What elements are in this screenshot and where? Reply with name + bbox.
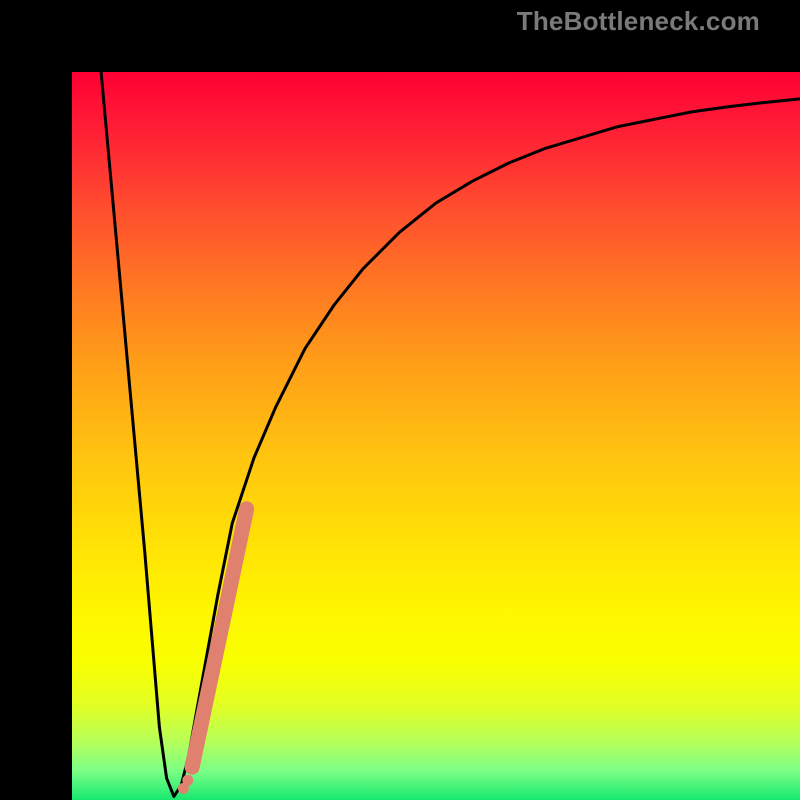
chart-frame: [0, 0, 800, 800]
chart-svg: [72, 72, 800, 800]
highlight-segment: [192, 509, 247, 767]
highlight-dot: [182, 775, 193, 786]
highlight-dots: [178, 775, 193, 794]
plot-area: [72, 72, 800, 800]
watermark: TheBottleneck.com: [517, 6, 760, 37]
